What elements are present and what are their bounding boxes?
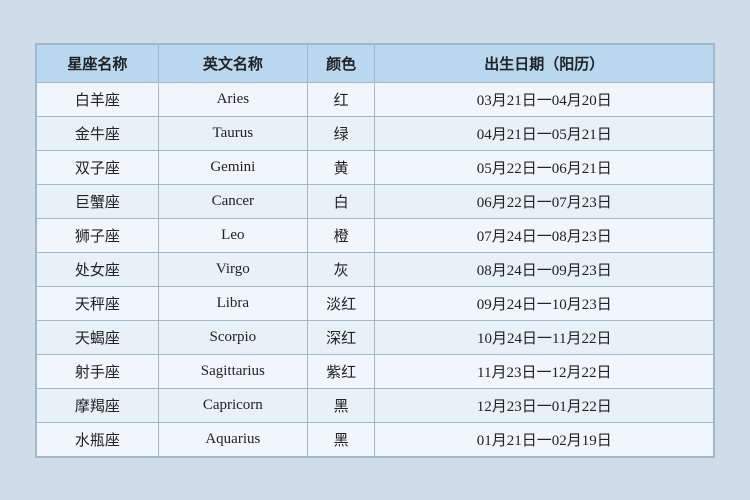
cell-english-name: Scorpio [158, 320, 307, 354]
zodiac-table: 星座名称 英文名称 颜色 出生日期（阳历） 白羊座Aries红03月21日一04… [36, 44, 714, 457]
cell-english-name: Cancer [158, 184, 307, 218]
table-row: 巨蟹座Cancer白06月22日一07月23日 [37, 184, 714, 218]
cell-english-name: Aquarius [158, 422, 307, 456]
header-color: 颜色 [307, 44, 375, 82]
table-row: 金牛座Taurus绿04月21日一05月21日 [37, 116, 714, 150]
cell-color: 黑 [307, 422, 375, 456]
cell-date: 01月21日一02月19日 [375, 422, 714, 456]
cell-date: 11月23日一12月22日 [375, 354, 714, 388]
header-english-name: 英文名称 [158, 44, 307, 82]
table-row: 天蝎座Scorpio深红10月24日一11月22日 [37, 320, 714, 354]
cell-date: 12月23日一01月22日 [375, 388, 714, 422]
cell-chinese-name: 射手座 [37, 354, 159, 388]
cell-chinese-name: 处女座 [37, 252, 159, 286]
cell-color: 深红 [307, 320, 375, 354]
cell-english-name: Taurus [158, 116, 307, 150]
cell-chinese-name: 水瓶座 [37, 422, 159, 456]
cell-date: 03月21日一04月20日 [375, 82, 714, 116]
table-row: 处女座Virgo灰08月24日一09月23日 [37, 252, 714, 286]
table-row: 摩羯座Capricorn黑12月23日一01月22日 [37, 388, 714, 422]
zodiac-table-container: 星座名称 英文名称 颜色 出生日期（阳历） 白羊座Aries红03月21日一04… [35, 43, 715, 458]
cell-chinese-name: 狮子座 [37, 218, 159, 252]
header-chinese-name: 星座名称 [37, 44, 159, 82]
cell-english-name: Sagittarius [158, 354, 307, 388]
cell-chinese-name: 金牛座 [37, 116, 159, 150]
cell-date: 08月24日一09月23日 [375, 252, 714, 286]
cell-english-name: Leo [158, 218, 307, 252]
table-header-row: 星座名称 英文名称 颜色 出生日期（阳历） [37, 44, 714, 82]
table-row: 双子座Gemini黄05月22日一06月21日 [37, 150, 714, 184]
cell-color: 淡红 [307, 286, 375, 320]
cell-date: 10月24日一11月22日 [375, 320, 714, 354]
cell-color: 橙 [307, 218, 375, 252]
cell-english-name: Gemini [158, 150, 307, 184]
cell-chinese-name: 白羊座 [37, 82, 159, 116]
cell-english-name: Virgo [158, 252, 307, 286]
cell-english-name: Capricorn [158, 388, 307, 422]
table-row: 水瓶座Aquarius黑01月21日一02月19日 [37, 422, 714, 456]
cell-date: 09月24日一10月23日 [375, 286, 714, 320]
table-row: 射手座Sagittarius紫红11月23日一12月22日 [37, 354, 714, 388]
cell-color: 黄 [307, 150, 375, 184]
cell-color: 绿 [307, 116, 375, 150]
cell-english-name: Aries [158, 82, 307, 116]
cell-date: 04月21日一05月21日 [375, 116, 714, 150]
cell-english-name: Libra [158, 286, 307, 320]
cell-color: 红 [307, 82, 375, 116]
cell-date: 07月24日一08月23日 [375, 218, 714, 252]
header-date: 出生日期（阳历） [375, 44, 714, 82]
cell-color: 紫红 [307, 354, 375, 388]
cell-color: 灰 [307, 252, 375, 286]
cell-color: 黑 [307, 388, 375, 422]
cell-chinese-name: 天秤座 [37, 286, 159, 320]
table-row: 白羊座Aries红03月21日一04月20日 [37, 82, 714, 116]
cell-color: 白 [307, 184, 375, 218]
cell-chinese-name: 天蝎座 [37, 320, 159, 354]
table-row: 天秤座Libra淡红09月24日一10月23日 [37, 286, 714, 320]
cell-chinese-name: 摩羯座 [37, 388, 159, 422]
cell-chinese-name: 双子座 [37, 150, 159, 184]
cell-date: 05月22日一06月21日 [375, 150, 714, 184]
table-row: 狮子座Leo橙07月24日一08月23日 [37, 218, 714, 252]
cell-chinese-name: 巨蟹座 [37, 184, 159, 218]
cell-date: 06月22日一07月23日 [375, 184, 714, 218]
